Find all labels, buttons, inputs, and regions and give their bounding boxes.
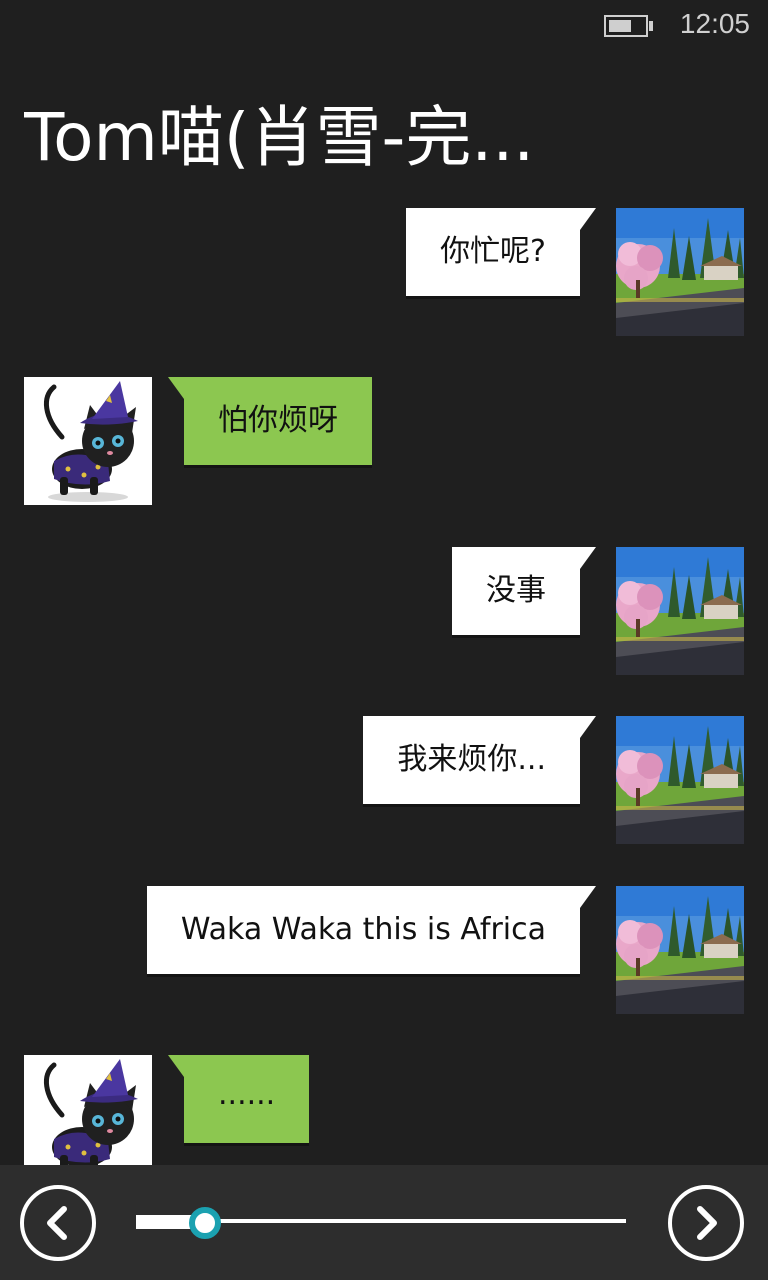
- message-bubble[interactable]: ......: [184, 1055, 310, 1143]
- bubble-tail: [580, 547, 596, 569]
- bubble-tail: [168, 1055, 184, 1077]
- bubble-tail: [580, 716, 596, 738]
- landscape-avatar[interactable]: [616, 547, 744, 675]
- message-bubble[interactable]: 怕你烦呀: [184, 377, 372, 465]
- message-bubble[interactable]: Waka Waka this is Africa: [146, 886, 580, 974]
- message-item: ......: [0, 1055, 768, 1165]
- black-cat-wizard-avatar[interactable]: [24, 377, 152, 505]
- app-bar: [0, 1165, 768, 1280]
- landscape-avatar[interactable]: [616, 716, 744, 844]
- slider-thumb[interactable]: [188, 1207, 221, 1239]
- message-item: 没事: [0, 547, 768, 675]
- conversation-list[interactable]: 你忙呢? 怕你烦呀 没事 我来烦你... Waka Waka this is A…: [0, 0, 768, 1165]
- progress-slider[interactable]: [136, 1205, 626, 1241]
- message-bubble[interactable]: 我来烦你...: [363, 716, 580, 804]
- message-item: 你忙呢?: [0, 208, 768, 336]
- message-bubble[interactable]: 你忙呢?: [406, 208, 580, 296]
- next-button[interactable]: [668, 1185, 744, 1261]
- bubble-tail: [168, 377, 184, 399]
- black-cat-wizard-avatar[interactable]: [24, 1055, 152, 1165]
- chevron-right-icon: [697, 1206, 717, 1240]
- message-item: 我来烦你...: [0, 716, 768, 844]
- bubble-tail: [580, 208, 596, 230]
- chevron-left-icon: [47, 1206, 67, 1240]
- message-item: Waka Waka this is Africa: [0, 886, 768, 1014]
- message-bubble[interactable]: 没事: [452, 547, 580, 635]
- previous-button[interactable]: [20, 1185, 96, 1261]
- landscape-avatar[interactable]: [616, 886, 744, 1014]
- bubble-tail: [580, 886, 596, 908]
- landscape-avatar[interactable]: [616, 208, 744, 336]
- message-item: 怕你烦呀: [0, 377, 768, 505]
